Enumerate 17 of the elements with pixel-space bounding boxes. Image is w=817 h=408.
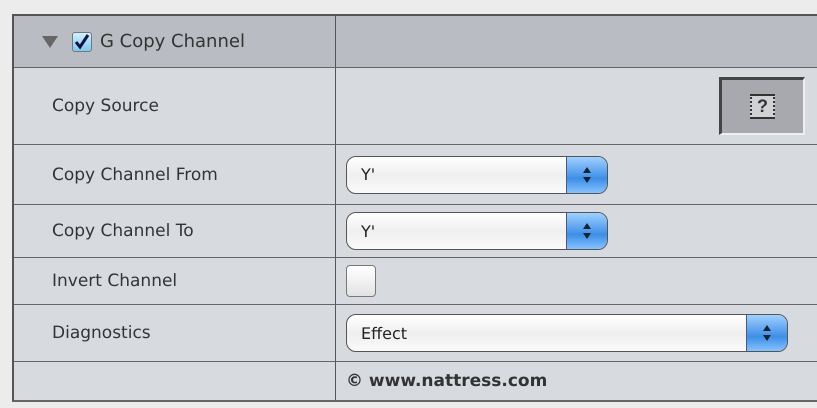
image-well[interactable]: ? xyxy=(719,77,805,135)
dropdown[interactable]: Y' xyxy=(346,156,608,194)
parameter-label: Copy Channel From xyxy=(52,164,218,184)
checkbox[interactable] xyxy=(72,32,92,52)
parameter-label: Invert Channel xyxy=(52,271,178,291)
parameter-label: Copy Source xyxy=(52,96,159,116)
copyright-text: © www.nattress.com xyxy=(346,371,548,391)
checkbox[interactable] xyxy=(346,265,376,297)
disclosure-triangle-icon[interactable] xyxy=(42,36,58,48)
parameter-label: Copy Channel To xyxy=(52,221,194,241)
stepper-icon xyxy=(566,213,607,249)
dropdown[interactable]: Y' xyxy=(346,212,608,250)
stepper-icon xyxy=(746,315,787,351)
stepper-icon xyxy=(566,156,607,192)
dropdown[interactable]: Effect xyxy=(346,314,788,352)
effect-title: G Copy Channel xyxy=(100,31,245,52)
parameter-label: Diagnostics xyxy=(52,323,151,343)
